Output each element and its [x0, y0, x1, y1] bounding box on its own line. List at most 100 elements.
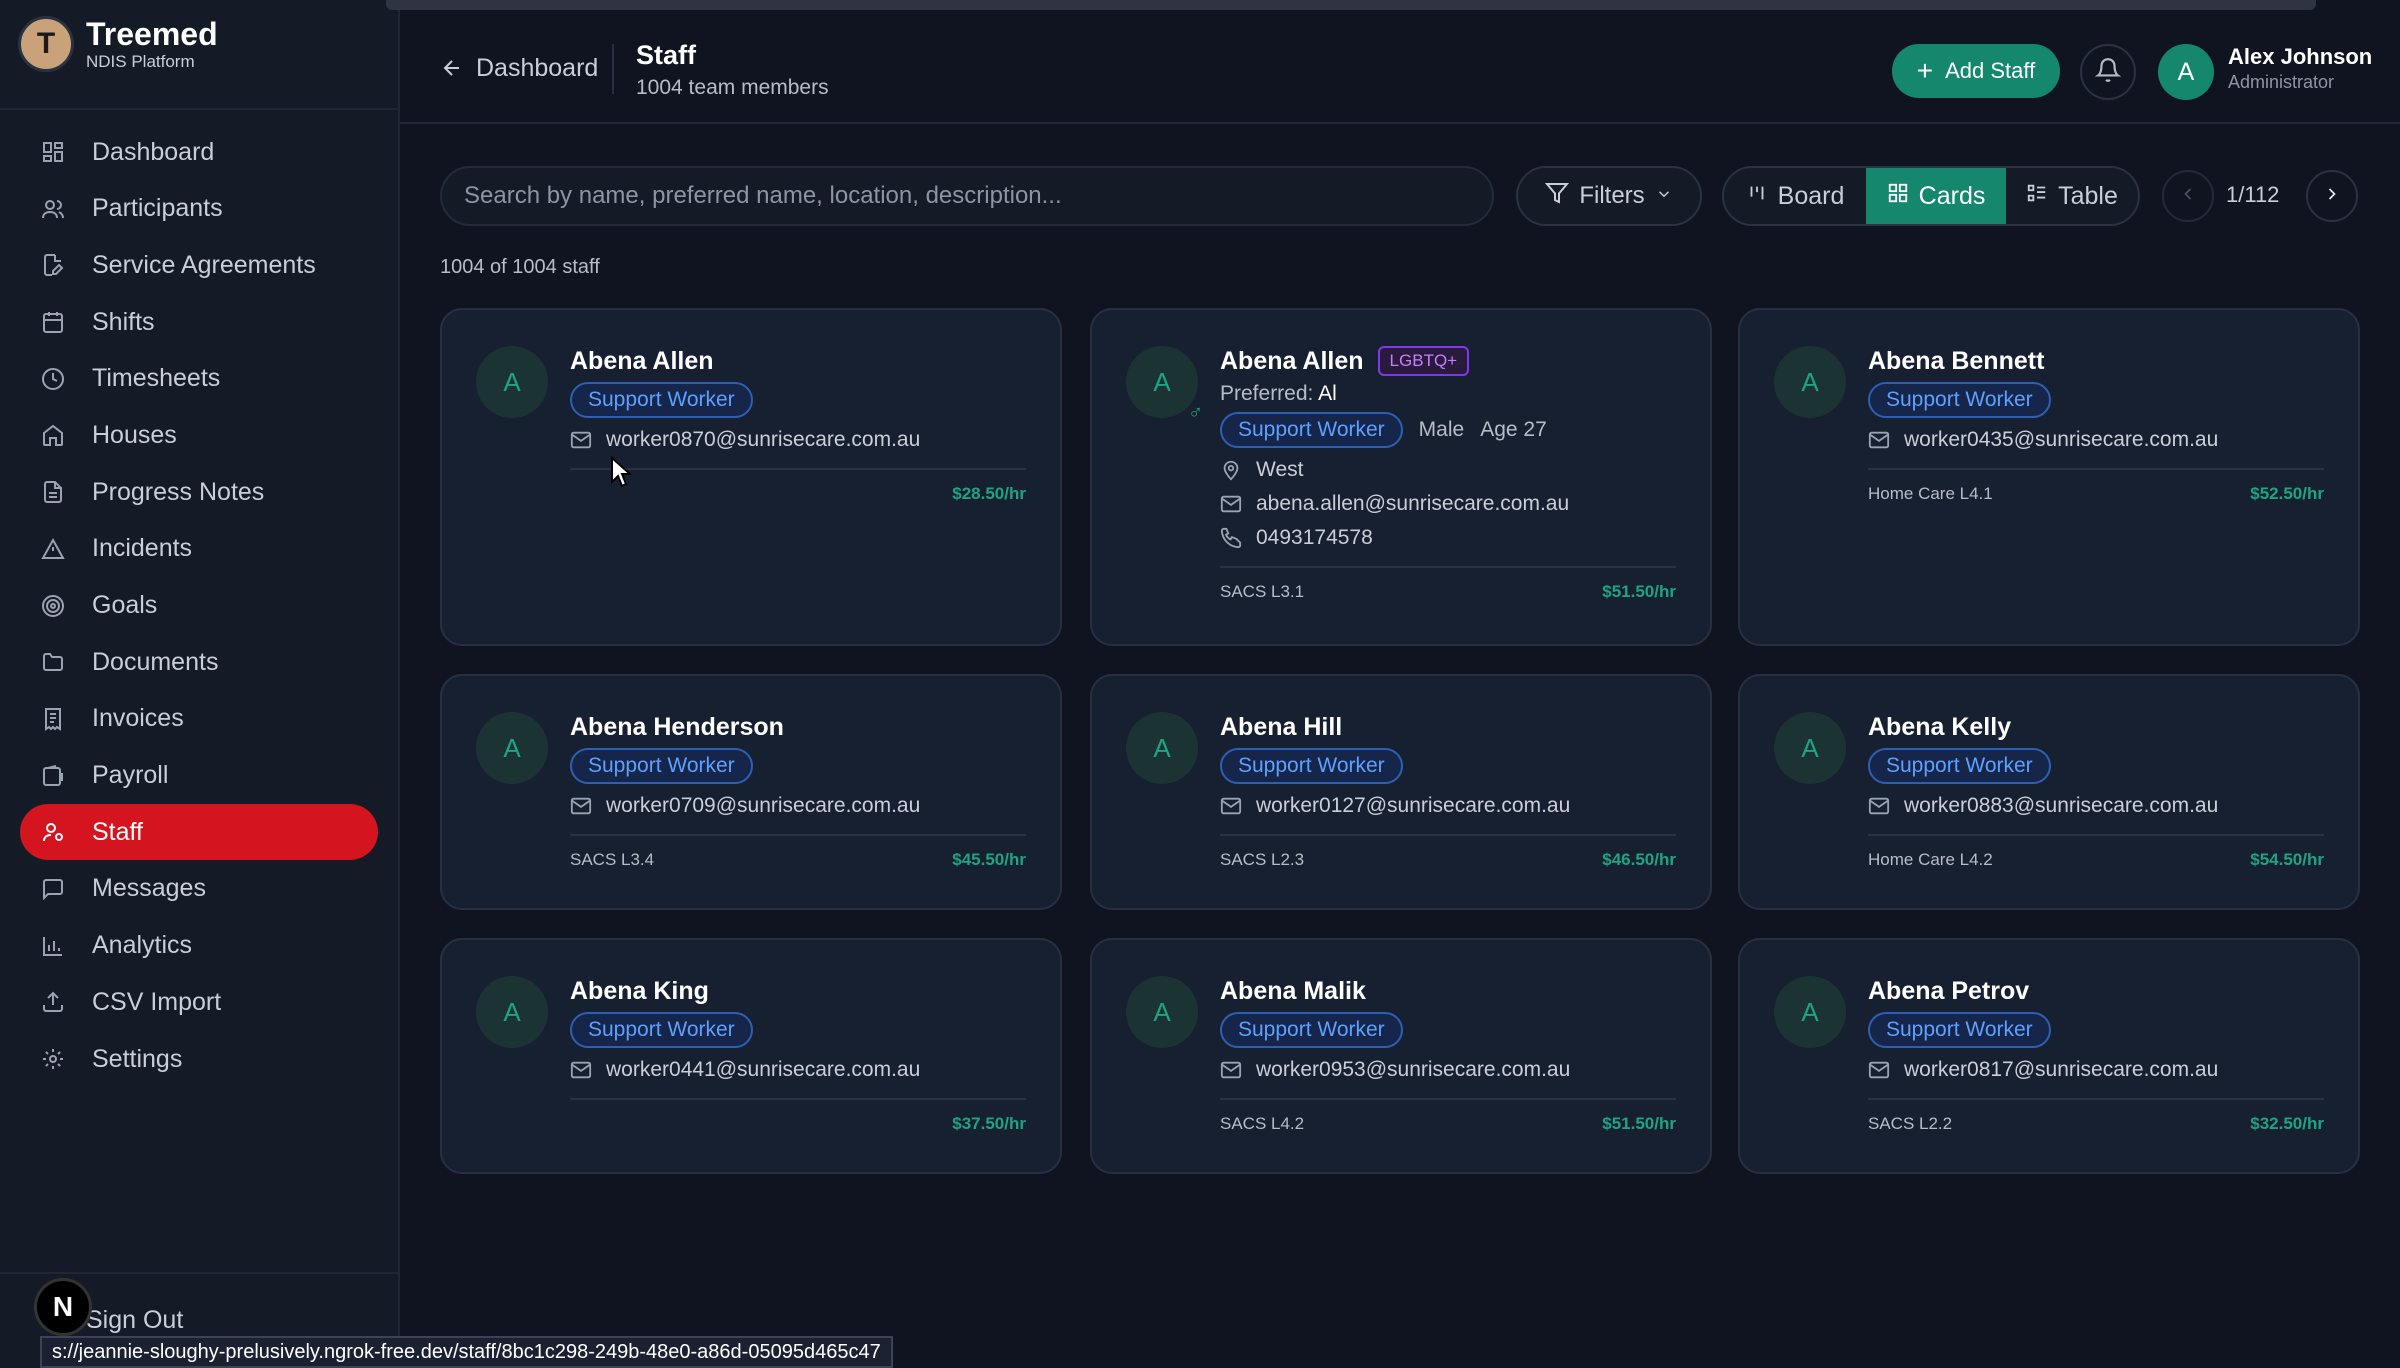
divider	[0, 108, 398, 110]
brand-logo: T	[18, 16, 74, 72]
staff-card[interactable]: A Abena Malik Support Worker worker0953@…	[1090, 938, 1712, 1174]
bar-chart-icon	[38, 931, 68, 961]
mail-icon	[1868, 795, 1894, 817]
email-row: worker0870@sunrisecare.com.au	[570, 428, 1026, 452]
horizontal-scrollbar[interactable]	[386, 0, 2316, 10]
sidebar-item-messages[interactable]: Messages	[20, 861, 378, 917]
sidebar-item-payroll[interactable]: Payroll	[20, 748, 378, 804]
preferred-name: Preferred: Al	[1220, 382, 1676, 406]
badges-row: Support Worker	[1220, 748, 1676, 784]
add-staff-button[interactable]: + Add Staff	[1892, 44, 2060, 98]
staff-name-text: Abena Allen	[1220, 347, 1364, 375]
sidebar-item-settings[interactable]: Settings	[20, 1031, 378, 1087]
staff-card[interactable]: A Abena Allen Support Worker worker0870@…	[440, 308, 1062, 646]
view-board-label: Board	[1777, 181, 1845, 210]
sidebar-item-analytics[interactable]: Analytics	[20, 918, 378, 974]
notifications-button[interactable]	[2080, 44, 2136, 100]
hourly-rate: $51.50/hr	[1602, 582, 1676, 601]
view-table-button[interactable]: Table	[2006, 168, 2138, 224]
filters-button[interactable]: Filters	[1516, 166, 1702, 226]
staff-card[interactable]: A Abena Hill Support Worker worker0127@s…	[1090, 674, 1712, 910]
sidebar-item-incidents[interactable]: Incidents	[20, 521, 378, 577]
alert-triangle-icon	[38, 534, 68, 564]
email-row: worker0953@sunrisecare.com.au	[1220, 1058, 1676, 1082]
staff-name: Abena Allen LGBTQ+	[1220, 346, 1676, 376]
card-footer: $28.50/hr	[570, 484, 1026, 504]
mail-icon	[1220, 493, 1246, 515]
card-footer: Home Care L4.1 $52.50/hr	[1868, 484, 2324, 504]
award-level: SACS L2.3	[1220, 850, 1305, 869]
sidebar-item-shifts[interactable]: Shifts	[20, 294, 378, 350]
view-board-button[interactable]: Board	[1724, 168, 1866, 224]
sidebar-item-dashboard[interactable]: Dashboard	[20, 124, 378, 180]
sidebar-item-label: CSV Import	[92, 987, 222, 1016]
staff-name: Abena Henderson	[570, 712, 1026, 742]
avatar[interactable]: A	[2158, 44, 2214, 100]
sidebar-item-label: Participants	[92, 194, 223, 223]
staff-card[interactable]: A Abena Bennett Support Worker worker043…	[1738, 308, 2360, 646]
hourly-rate: $51.50/hr	[1602, 1114, 1676, 1133]
search-input[interactable]: Search by name, preferred name, location…	[440, 166, 1494, 226]
divider	[570, 468, 1026, 470]
sidebar-item-staff[interactable]: Staff	[20, 804, 378, 861]
dev-tools-badge[interactable]: N	[34, 1278, 92, 1336]
divider	[570, 834, 1026, 836]
sidebar-item-houses[interactable]: Houses	[20, 407, 378, 463]
staff-card-body: Abena King Support Worker worker0441@sun…	[570, 976, 1026, 1134]
brand[interactable]: T Treemed NDIS Platform	[18, 16, 218, 72]
award-level: SACS L3.1	[1220, 582, 1305, 601]
target-icon	[38, 591, 68, 621]
card-footer: SACS L3.4 $45.50/hr	[570, 850, 1026, 870]
staff-name: Abena Malik	[1220, 976, 1676, 1006]
wallet-icon	[38, 761, 68, 791]
plus-icon: +	[1916, 55, 1934, 86]
staff-card[interactable]: A Abena King Support Worker worker0441@s…	[440, 938, 1062, 1174]
phone-icon	[1220, 527, 1246, 549]
card-footer: SACS L4.2 $51.50/hr	[1220, 1114, 1676, 1134]
back-to-dashboard-link[interactable]: Dashboard	[440, 54, 598, 83]
staff-card[interactable]: A Abena Henderson Support Worker worker0…	[440, 674, 1062, 910]
staff-card-body: Abena Petrov Support Worker worker0817@s…	[1868, 976, 2324, 1134]
badges-row: Support Worker	[570, 748, 1026, 784]
previous-page-button[interactable]	[2162, 170, 2214, 222]
badges-row: Support Worker	[1220, 1012, 1676, 1048]
staff-name-text: Abena Petrov	[1868, 977, 2030, 1005]
next-page-button[interactable]	[2306, 170, 2358, 222]
email-text: worker0435@sunrisecare.com.au	[1904, 428, 2219, 451]
sidebar-item-label: Messages	[92, 874, 206, 903]
brand-text: Treemed NDIS Platform	[86, 16, 218, 72]
badges-row: Support Worker Male Age 27	[1220, 412, 1676, 448]
sidebar-item-goals[interactable]: Goals	[20, 578, 378, 634]
result-count: 1004 of 1004 staff	[440, 256, 600, 278]
header: Dashboard Staff 1004 team members + Add …	[400, 14, 2400, 124]
staff-name: Abena Petrov	[1868, 976, 2324, 1006]
user-name[interactable]: Alex Johnson	[2228, 44, 2372, 70]
view-cards-button[interactable]: Cards	[1866, 168, 2006, 224]
hourly-rate: $45.50/hr	[952, 850, 1026, 869]
staff-name-text: Abena King	[570, 977, 709, 1005]
sidebar-item-progress-notes[interactable]: Progress Notes	[20, 464, 378, 520]
sign-out-button[interactable]: Sign Out	[86, 1306, 183, 1335]
sidebar-item-documents[interactable]: Documents	[20, 634, 378, 690]
staff-card[interactable]: A ♂ Abena Allen LGBTQ+ Preferred: Al Sup…	[1090, 308, 1712, 646]
staff-card[interactable]: A Abena Petrov Support Worker worker0817…	[1738, 938, 2360, 1174]
sidebar-item-timesheets[interactable]: Timesheets	[20, 351, 378, 407]
email-row: worker0883@sunrisecare.com.au	[1868, 794, 2324, 818]
sidebar-item-service-agreements[interactable]: Service Agreements	[20, 237, 378, 293]
sidebar-item-csv-import[interactable]: CSV Import	[20, 974, 378, 1030]
add-staff-label: Add Staff	[1945, 58, 2036, 83]
mail-icon	[570, 795, 596, 817]
mail-icon	[1868, 1059, 1894, 1081]
staff-card[interactable]: A Abena Kelly Support Worker worker0883@…	[1738, 674, 2360, 910]
search-placeholder: Search by name, preferred name, location…	[464, 182, 1062, 209]
email-row: worker0817@sunrisecare.com.au	[1868, 1058, 2324, 1082]
sidebar-item-invoices[interactable]: Invoices	[20, 691, 378, 747]
filters-label: Filters	[1579, 182, 1645, 209]
role-badge: Support Worker	[1220, 1012, 1403, 1048]
lgbtq-badge: LGBTQ+	[1377, 346, 1470, 376]
email-row: worker0127@sunrisecare.com.au	[1220, 794, 1676, 818]
sidebar-item-participants[interactable]: Participants	[20, 181, 378, 237]
mail-icon	[1220, 1059, 1246, 1081]
card-footer: SACS L2.3 $46.50/hr	[1220, 850, 1676, 870]
view-table-label: Table	[2058, 181, 2118, 210]
